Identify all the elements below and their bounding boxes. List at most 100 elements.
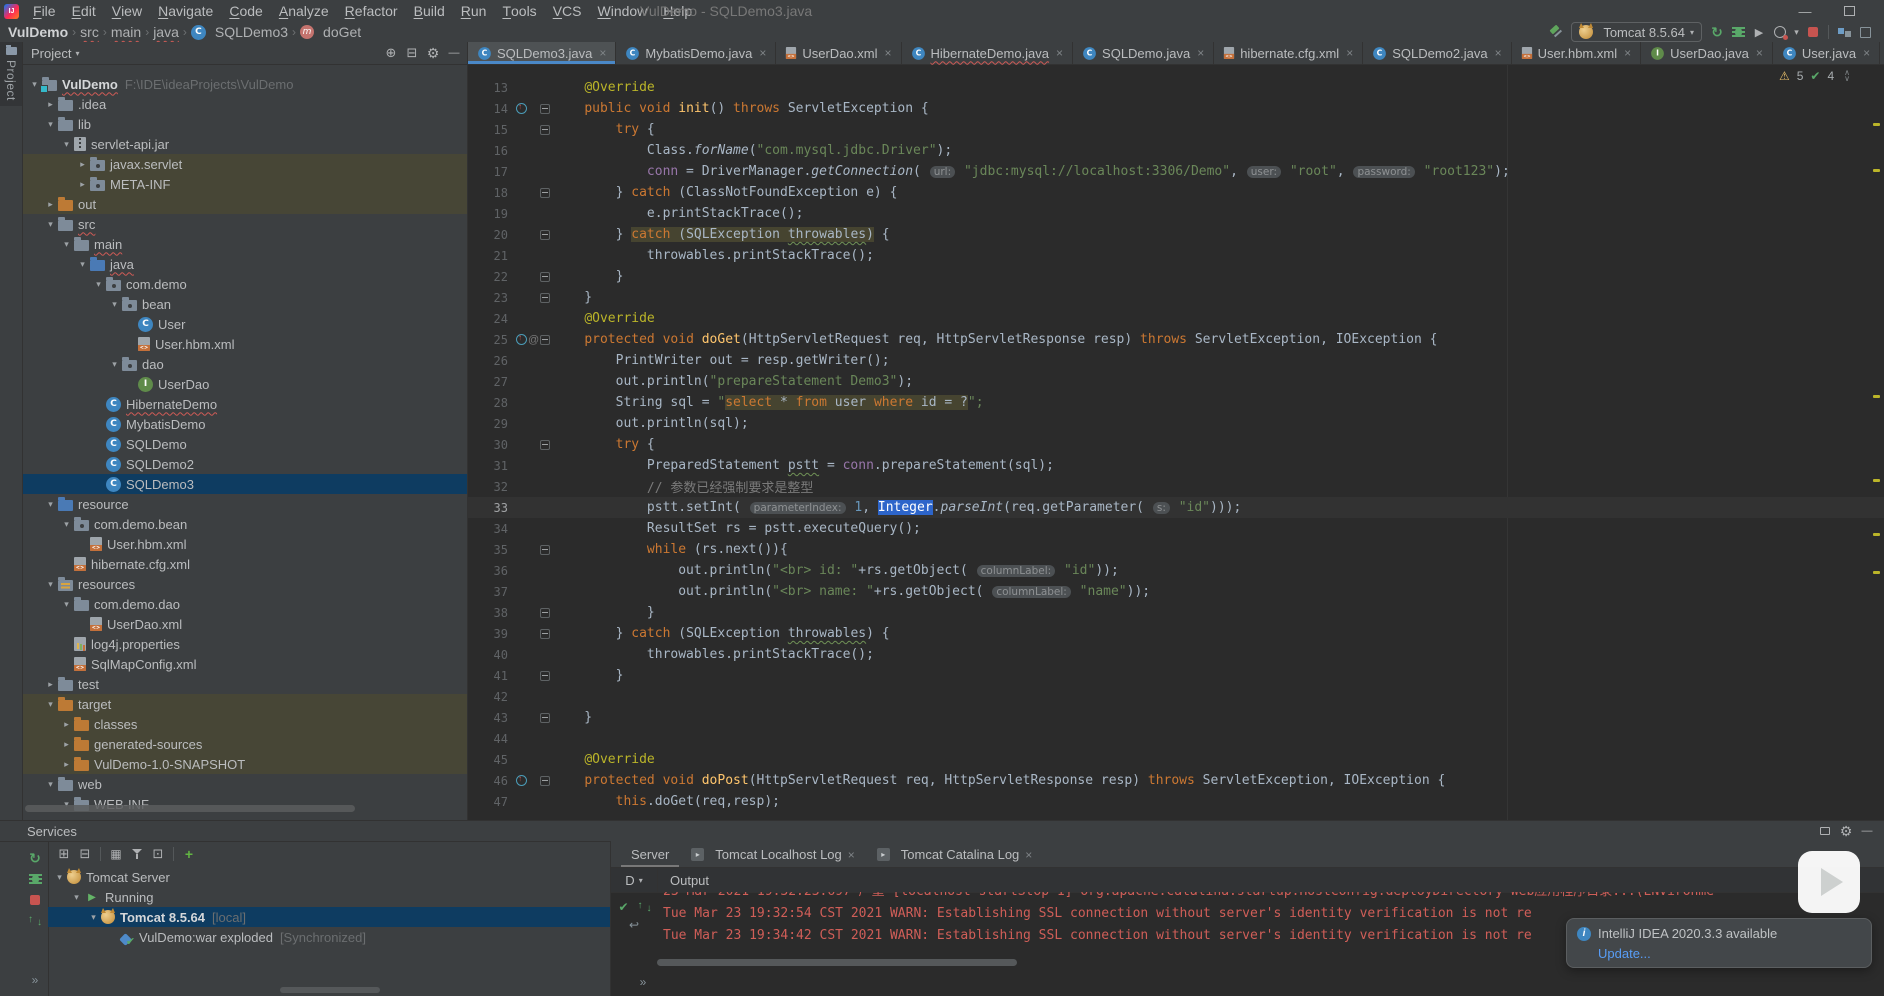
tab-sqldemo3-java[interactable]: CSQLDemo3.java× xyxy=(468,42,616,64)
chevron-right-icon[interactable]: ▸ xyxy=(75,179,90,190)
locate-icon[interactable] xyxy=(382,44,400,62)
fold-marker-icon[interactable] xyxy=(540,272,550,282)
menu-refactor[interactable]: Refactor xyxy=(337,0,406,22)
tree-item-running[interactable]: ▾▶Running xyxy=(48,887,610,907)
gear-icon[interactable] xyxy=(1837,822,1855,840)
filter-icon[interactable] xyxy=(128,845,146,863)
console-hscrollbar[interactable] xyxy=(657,959,1017,966)
close-icon[interactable]: × xyxy=(1624,46,1631,60)
chevron-down-icon[interactable]: ▾ xyxy=(52,872,67,883)
code-line-47[interactable]: 47 this.doGet(req,resp); xyxy=(468,791,1884,812)
code-line-43[interactable]: 43 } xyxy=(468,707,1884,728)
tab-user-hbm-xml[interactable]: User.hbm.xml× xyxy=(1512,42,1641,64)
tree-item-javax-servlet[interactable]: ▸javax.servlet xyxy=(23,154,467,174)
tree-item-user-hbm-xml[interactable]: User.hbm.xml xyxy=(23,334,467,354)
fold-marker-icon[interactable] xyxy=(540,125,550,135)
breadcrumb-main[interactable]: main xyxy=(111,24,141,40)
update-link[interactable]: Update... xyxy=(1598,946,1861,961)
tree-item-src[interactable]: ▾src xyxy=(23,214,467,234)
close-icon[interactable]: × xyxy=(1025,848,1032,862)
tree-item-hibernatedemo[interactable]: CHibernateDemo xyxy=(23,394,467,414)
code-line-40[interactable]: 40 throwables.printStackTrace(); xyxy=(468,644,1884,665)
deploy-icon[interactable] xyxy=(26,912,44,930)
undo-icon[interactable] xyxy=(625,916,643,934)
expand-icon[interactable] xyxy=(55,845,73,863)
chevron-down-icon[interactable]: ▾ xyxy=(86,912,101,923)
gear-icon[interactable] xyxy=(424,44,442,62)
hammer-icon[interactable] xyxy=(1547,23,1565,41)
fold-marker-icon[interactable] xyxy=(540,545,550,555)
fold-marker-icon[interactable] xyxy=(540,608,550,618)
fold-marker-icon[interactable] xyxy=(540,335,550,345)
tree-item-java[interactable]: ▾java xyxy=(23,254,467,274)
code-line-36[interactable]: 36 out.println("<br> id: "+rs.getObject(… xyxy=(468,560,1884,581)
project-tree-hscrollbar[interactable] xyxy=(25,805,355,812)
collapse-icon[interactable] xyxy=(403,44,421,62)
code-editor[interactable]: 13 @Override14 public void init() throws… xyxy=(468,65,1884,820)
chevron-down-icon[interactable]: ▾ xyxy=(91,279,106,290)
chevron-down-icon[interactable]: ▾ xyxy=(43,499,58,510)
project-panel-header[interactable]: Project ▾ xyxy=(23,42,467,65)
tree-item-tomcat-server[interactable]: ▾Tomcat Server xyxy=(48,867,610,887)
chevron-down-icon[interactable]: ▾ xyxy=(43,119,58,130)
code-line-20[interactable]: 20 } catch (SQLException throwables) { xyxy=(468,224,1884,245)
menu-edit[interactable]: Edit xyxy=(64,0,104,22)
close-icon[interactable]: × xyxy=(1346,46,1353,60)
tree-item-test[interactable]: ▸test xyxy=(23,674,467,694)
code-line-19[interactable]: 19 e.printStackTrace(); xyxy=(468,203,1884,224)
code-line-25[interactable]: 25@ protected void doGet(HttpServletRequ… xyxy=(468,329,1884,350)
tree-item-dao[interactable]: ▾dao xyxy=(23,354,467,374)
tree-item-tomcat-8-5-64[interactable]: ▾Tomcat 8.5.64[local] xyxy=(48,907,610,927)
more-icon[interactable] xyxy=(634,973,652,991)
menu-code[interactable]: Code xyxy=(221,0,270,22)
code-line-35[interactable]: 35 while (rs.next()){ xyxy=(468,539,1884,560)
chevron-down-icon[interactable]: ▾ xyxy=(59,519,74,530)
chevron-down-icon[interactable]: ▾ xyxy=(43,219,58,230)
code-line-45[interactable]: 45 @Override xyxy=(468,749,1884,770)
profiler-icon[interactable] xyxy=(1771,23,1789,41)
tree-item-classes[interactable]: ▸classes xyxy=(23,714,467,734)
group-icon[interactable] xyxy=(107,845,125,863)
close-icon[interactable]: × xyxy=(759,46,766,60)
tree-item-idea[interactable]: ▸.idea xyxy=(23,94,467,114)
fold-marker-icon[interactable] xyxy=(540,713,550,723)
tree-item-userdao-xml[interactable]: UserDao.xml xyxy=(23,614,467,634)
code-line-39[interactable]: 39 } catch (SQLException throwables) { xyxy=(468,623,1884,644)
fold-marker-icon[interactable] xyxy=(540,230,550,240)
close-icon[interactable]: × xyxy=(1863,46,1870,60)
check-icon[interactable] xyxy=(615,898,633,916)
services-header[interactable]: Services xyxy=(0,821,1884,842)
chevron-icon[interactable] xyxy=(1792,23,1801,41)
breadcrumb-vuldemo[interactable]: VulDemo xyxy=(8,24,68,40)
tab-hibernate-cfg-xml[interactable]: hibernate.cfg.xml× xyxy=(1214,42,1363,64)
analysis-stripe[interactable] xyxy=(1870,65,1884,820)
menu-tools[interactable]: Tools xyxy=(494,0,544,22)
tree-item-bean[interactable]: ▾bean xyxy=(23,294,467,314)
winpart-icon[interactable] xyxy=(1856,23,1874,41)
chevron-right-icon[interactable]: ▸ xyxy=(43,199,58,210)
tab-user-java[interactable]: CUser.java× xyxy=(1773,42,1880,64)
services-tree-hscrollbar[interactable] xyxy=(280,987,380,993)
tree-item-log4j-properties[interactable]: log4j.properties xyxy=(23,634,467,654)
breadcrumb-doget[interactable]: mdoGet xyxy=(300,24,361,40)
tree-item-com-demo-bean[interactable]: ▾com.demo.bean xyxy=(23,514,467,534)
code-line-23[interactable]: 23 } xyxy=(468,287,1884,308)
chevron-down-icon[interactable]: ▾ xyxy=(43,699,58,710)
tree-item-sqlmapconfig-xml[interactable]: SqlMapConfig.xml xyxy=(23,654,467,674)
tree-item-out[interactable]: ▸out xyxy=(23,194,467,214)
stop-icon[interactable] xyxy=(26,891,44,909)
tab-mybatisdemo-java[interactable]: CMybatisDemo.java× xyxy=(616,42,776,64)
tree-item-vuldemo[interactable]: ▾VulDemoF:\IDE\ideaProjects\VulDemo xyxy=(23,74,467,94)
code-line-44[interactable]: 44 xyxy=(468,728,1884,749)
tree-item-generated-sources[interactable]: ▸generated-sources xyxy=(23,734,467,754)
menu-build[interactable]: Build xyxy=(406,0,453,22)
chevron-right-icon[interactable]: ▸ xyxy=(43,679,58,690)
float-icon[interactable] xyxy=(1816,822,1834,840)
override-method-icon[interactable] xyxy=(516,775,527,786)
code-line-29[interactable]: 29 out.println(sql); xyxy=(468,413,1884,434)
run-config-selector[interactable]: Tomcat 8.5.64 ▾ xyxy=(1571,22,1702,42)
tree-item-com-demo[interactable]: ▾com.demo xyxy=(23,274,467,294)
fold-marker-icon[interactable] xyxy=(540,776,550,786)
console-tab-tomcat-localhost-log[interactable]: ▸Tomcat Localhost Log× xyxy=(681,842,864,867)
plusdd-icon[interactable] xyxy=(180,845,198,863)
